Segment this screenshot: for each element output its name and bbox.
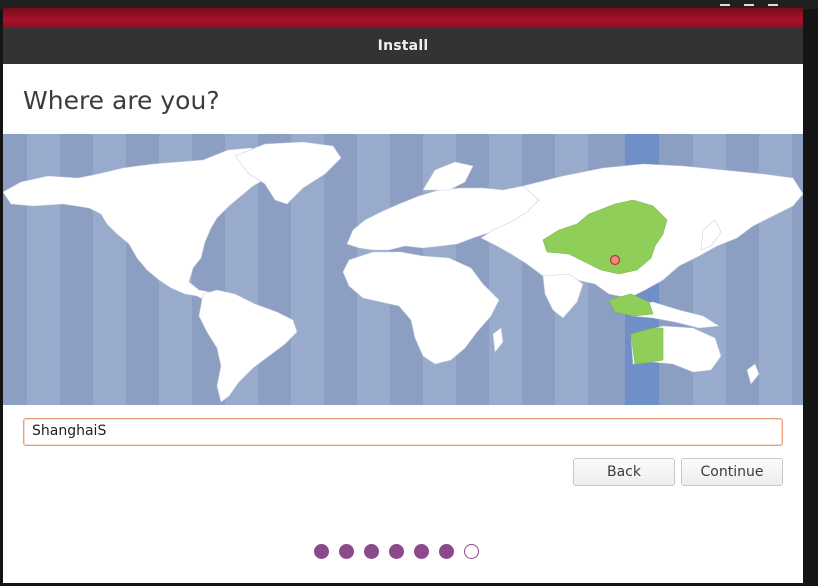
window-titlebar[interactable]: Install: [3, 28, 803, 64]
window-title: Install: [377, 38, 429, 54]
progress-dot-completed: [314, 544, 329, 559]
map-pin-icon: [609, 254, 621, 266]
progress-dot-completed: [439, 544, 454, 559]
western-australia-region: [630, 327, 664, 365]
continue-button[interactable]: Continue: [681, 458, 783, 486]
location-input[interactable]: [24, 419, 780, 443]
timezone-map[interactable]: [3, 134, 803, 405]
installer-window: Install Where are you? ShanghaiS Back Co…: [3, 8, 803, 583]
location-search-field[interactable]: [23, 418, 783, 446]
network-icon[interactable]: [720, 0, 730, 6]
progress-dot-completed: [414, 544, 429, 559]
volume-icon[interactable]: [744, 0, 754, 6]
window-accent-bar: [3, 8, 803, 28]
progress-dot-completed: [339, 544, 354, 559]
progress-dot-completed: [364, 544, 379, 559]
power-icon[interactable]: [768, 0, 778, 6]
back-button[interactable]: Back: [573, 458, 675, 486]
progress-dot-completed: [389, 544, 404, 559]
progress-dots: [314, 544, 479, 559]
world-map-svg[interactable]: [3, 134, 803, 405]
progress-dot-current: [464, 544, 479, 559]
page-heading: Where are you?: [23, 86, 220, 115]
